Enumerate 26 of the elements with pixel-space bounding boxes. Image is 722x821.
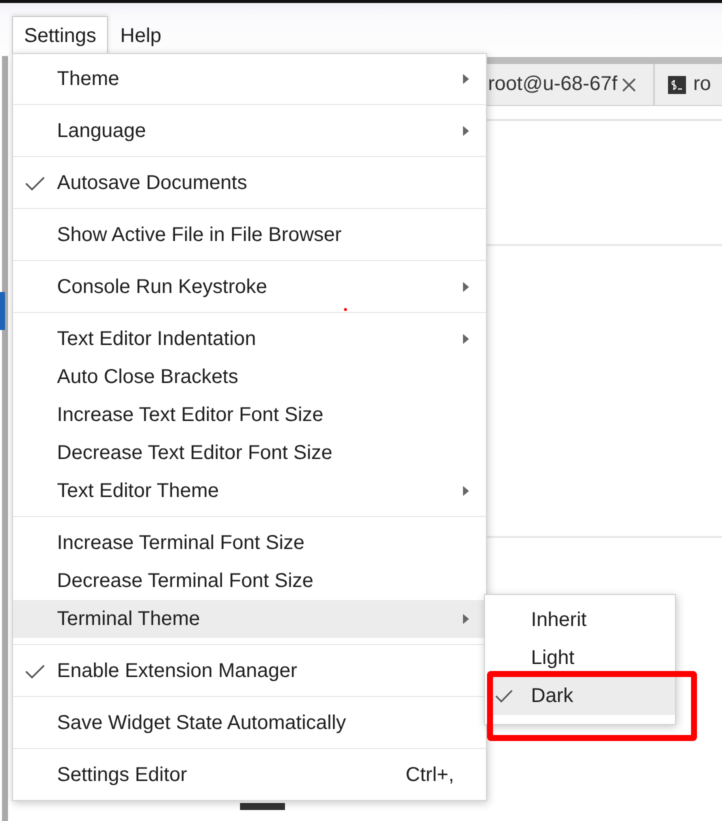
menu-item[interactable]: Auto Close Brackets [13,358,486,396]
menu-item[interactable]: Enable Extension Manager [13,652,486,690]
shortcut-text: Ctrl+, [406,764,454,786]
menu-item[interactable]: Increase Text Editor Font Size [13,396,486,434]
submenu-item[interactable]: Dark [493,677,675,715]
menu-item[interactable]: Console Run Keystroke [13,268,486,306]
submenu-item[interactable]: Inherit [493,601,675,639]
active-indicator [0,292,5,330]
menu-item[interactable]: Terminal Theme [13,600,486,638]
menu-item[interactable]: Decrease Text Editor Font Size [13,434,486,472]
close-icon[interactable] [621,76,638,92]
menu-item[interactable]: Settings Editor Ctrl+, [13,756,486,794]
marker-dot-icon [344,308,347,311]
submenu-item[interactable]: Light [493,639,675,677]
menu-item[interactable]: Text Editor Theme [13,472,486,510]
menu-item[interactable]: Text Editor Indentation [13,320,486,358]
menu-bar-item[interactable]: Help [108,16,174,56]
menu-item[interactable]: Show Active File in File Browser [13,216,486,254]
menu-item[interactable]: Decrease Terminal Font Size [13,562,486,600]
scroll-handle[interactable] [240,803,285,810]
menu-bar-item[interactable]: Settings [12,16,108,56]
menu-item[interactable]: Increase Terminal Font Size [13,524,486,562]
menu-item[interactable]: Autosave Documents [13,164,486,202]
menu-item[interactable]: Language [13,112,486,150]
menu-item[interactable]: Save Widget State Automatically [13,704,486,742]
terminal-icon [668,76,686,94]
